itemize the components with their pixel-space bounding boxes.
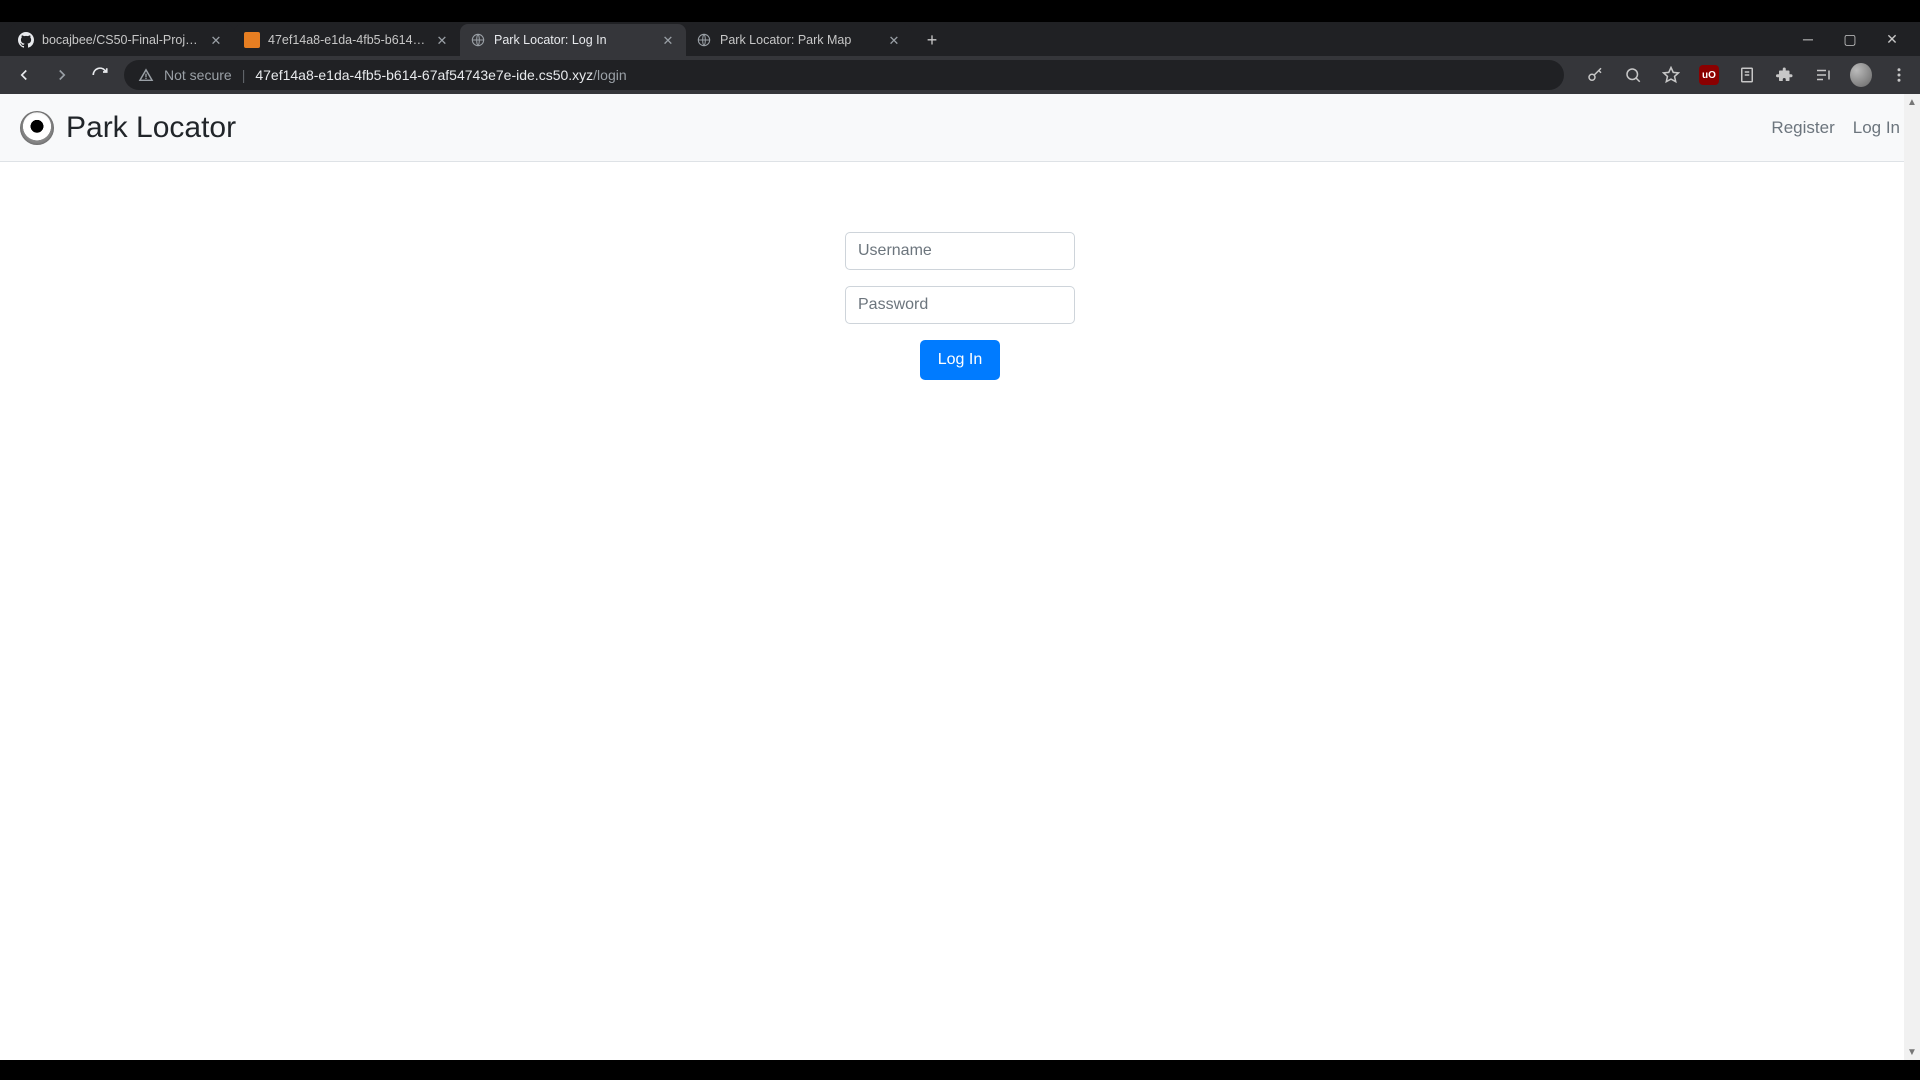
globe-icon [470,32,486,48]
tab-title: Park Locator: Park Map [720,33,880,47]
key-icon[interactable] [1584,64,1606,86]
search-icon[interactable] [1622,64,1644,86]
security-label: Not secure [164,67,232,83]
tab-title: 47ef14a8-e1da-4fb5-b614-67af5 [268,33,428,47]
back-button[interactable] [10,61,38,89]
close-icon[interactable]: ✕ [660,32,676,48]
brand-logo-icon [20,111,54,145]
cube-icon [244,32,260,48]
bookmark-star-icon[interactable] [1660,64,1682,86]
new-tab-button[interactable]: + [918,26,946,54]
extensions-icon[interactable] [1774,64,1796,86]
url-text: 47ef14a8-e1da-4fb5-b614-67af54743e7e-ide… [255,67,626,83]
toolbar-actions: uO [1574,64,1910,86]
browser-tab-login[interactable]: Park Locator: Log In ✕ [460,24,686,56]
maximize-icon[interactable]: ▢ [1840,31,1860,48]
window-bottom-border [0,1060,1920,1080]
brand-title: Park Locator [66,111,236,145]
address-bar[interactable]: Not secure | 47ef14a8-e1da-4fb5-b614-67a… [124,60,1564,90]
nav-links: Register Log In [1771,118,1900,138]
scroll-up-icon[interactable]: ▲ [1904,94,1920,110]
vertical-scrollbar[interactable]: ▲ ▼ [1904,94,1920,1060]
window-controls: ─ ▢ ✕ [1798,22,1920,56]
separator: | [242,67,246,83]
profile-avatar[interactable] [1850,64,1872,86]
github-icon [18,32,34,48]
password-input[interactable] [845,286,1075,324]
close-window-icon[interactable]: ✕ [1882,31,1902,48]
tab-title: Park Locator: Log In [494,33,654,47]
site-navbar: Park Locator Register Log In [0,94,1920,162]
username-input[interactable] [845,232,1075,270]
nav-login-link[interactable]: Log In [1853,118,1900,138]
nav-register-link[interactable]: Register [1771,118,1834,138]
browser-tab-ide[interactable]: 47ef14a8-e1da-4fb5-b614-67af5 ✕ [234,24,460,56]
globe-icon [696,32,712,48]
brand[interactable]: Park Locator [20,111,236,145]
reading-list-icon[interactable] [1736,64,1758,86]
login-form: Log In [0,162,1920,380]
forward-button[interactable] [48,61,76,89]
browser-tabstrip: bocajbee/CS50-Final-Project: My ✕ 47ef14… [0,22,1920,56]
tab-title: bocajbee/CS50-Final-Project: My [42,33,202,47]
page-viewport: Park Locator Register Log In Log In ▲ ▼ [0,94,1920,1060]
close-icon[interactable]: ✕ [886,32,902,48]
ublock-icon[interactable]: uO [1698,64,1720,86]
login-button[interactable]: Log In [920,340,1000,380]
reload-button[interactable] [86,61,114,89]
browser-toolbar: Not secure | 47ef14a8-e1da-4fb5-b614-67a… [0,56,1920,94]
browser-tab-github[interactable]: bocajbee/CS50-Final-Project: My ✕ [8,24,234,56]
close-icon[interactable]: ✕ [208,32,224,48]
media-icon[interactable] [1812,64,1834,86]
browser-tab-map[interactable]: Park Locator: Park Map ✕ [686,24,912,56]
close-icon[interactable]: ✕ [434,32,450,48]
scroll-down-icon[interactable]: ▼ [1904,1044,1920,1060]
window-titlebar [0,0,1920,22]
minimize-icon[interactable]: ─ [1798,31,1818,47]
not-secure-icon [138,67,154,83]
menu-icon[interactable] [1888,64,1910,86]
